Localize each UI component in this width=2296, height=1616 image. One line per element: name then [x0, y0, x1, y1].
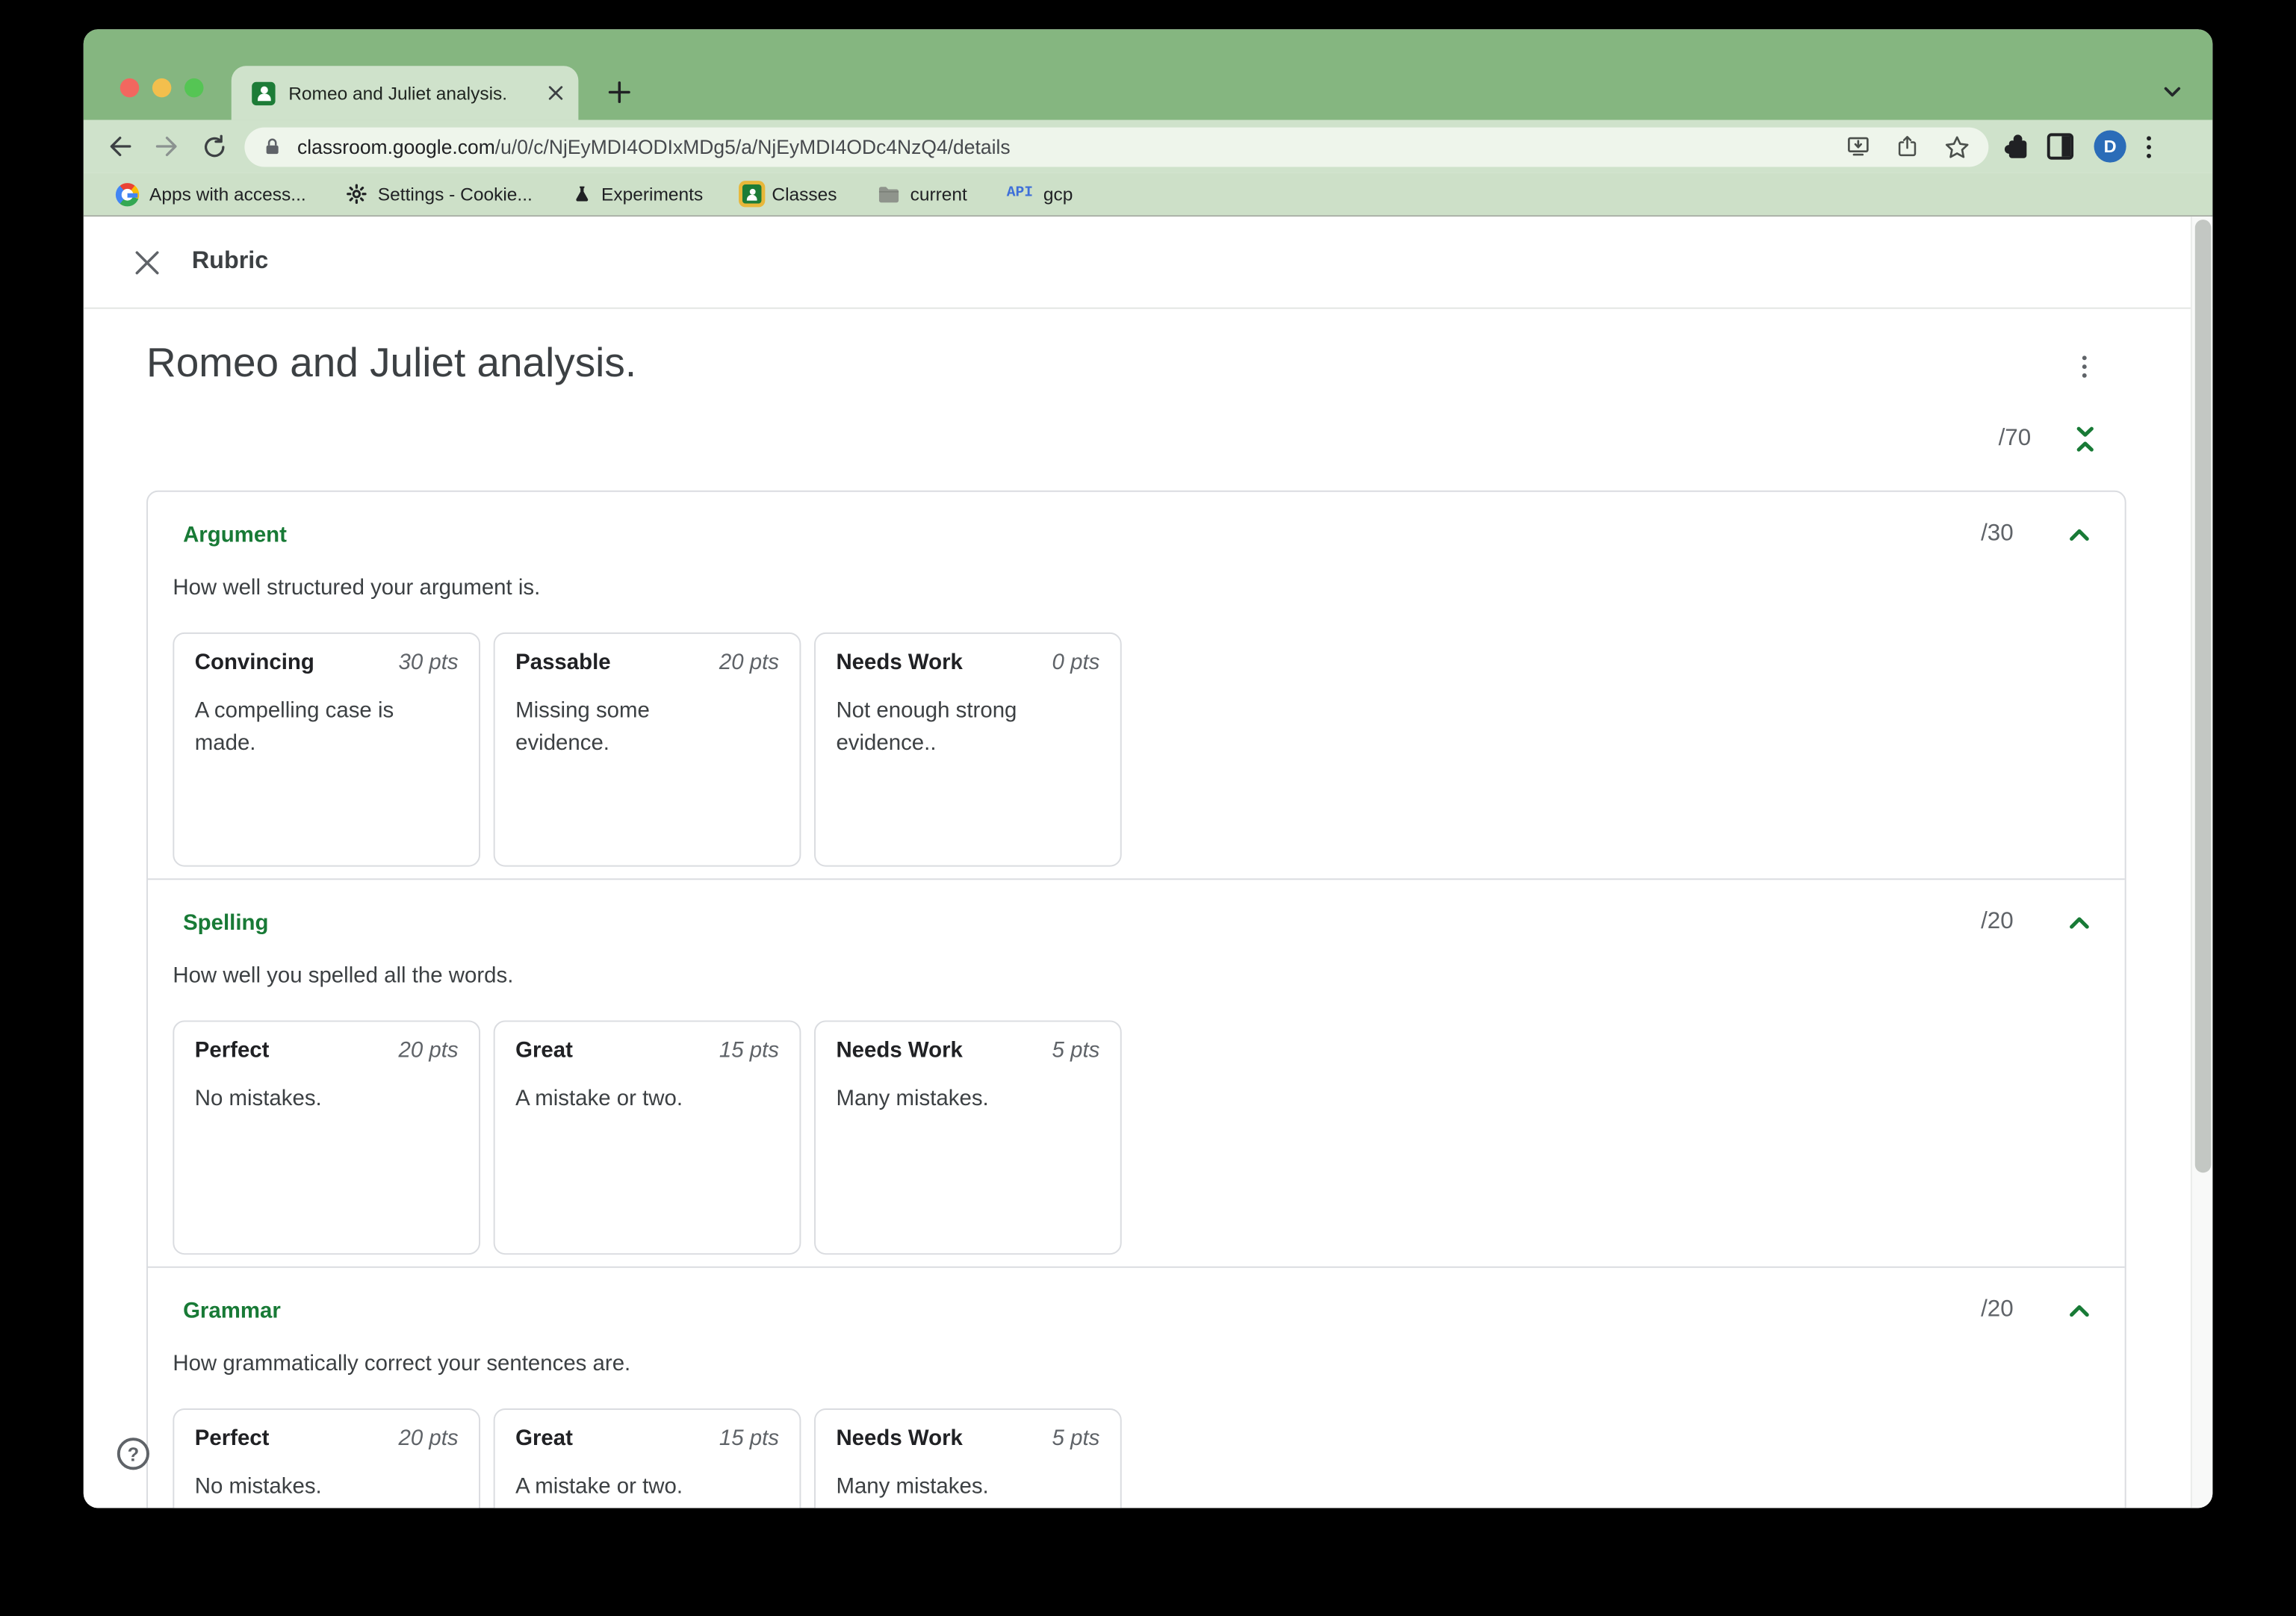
api-icon: API	[1006, 185, 1034, 202]
criterion-card[interactable]: Passable 20 pts Missing some evidence.	[493, 632, 801, 867]
help-icon[interactable]: ?	[117, 1438, 149, 1470]
close-rubric-icon[interactable]	[117, 233, 176, 291]
extensions-puzzle-icon[interactable]	[2003, 134, 2027, 158]
chevron-up-icon[interactable]	[2063, 518, 2095, 550]
assignment-title: Romeo and Juliet analysis.	[146, 339, 637, 385]
section-points: /20	[1981, 1297, 2014, 1323]
section-points: /30	[1981, 520, 2014, 547]
section-argument: Argument /30 How well structured your ar…	[148, 492, 2125, 879]
url-text: classroom.google.com/u/0/c/NjEyMDI4ODIxM…	[297, 135, 1011, 158]
total-points: /70	[1998, 426, 2032, 451]
back-button[interactable]	[101, 128, 139, 166]
bookmark-star-icon[interactable]	[1943, 132, 1971, 160]
classroom-icon	[742, 184, 762, 204]
tab-title: Romeo and Juliet analysis.	[288, 82, 508, 104]
scrollbar-thumb[interactable]	[2194, 220, 2212, 1173]
criterion-card[interactable]: Convincing 30 pts A compelling case is ma…	[173, 632, 481, 867]
rubric-overflow-menu-icon[interactable]	[2072, 355, 2095, 382]
rubric-container: Argument /30 How well structured your ar…	[146, 490, 2126, 1508]
flask-icon	[572, 183, 591, 205]
side-panel-icon[interactable]	[2047, 133, 2074, 160]
bookmarks-bar: Apps with access... Settings - Cookie...…	[83, 173, 2213, 217]
chevron-up-icon[interactable]	[2063, 1294, 2095, 1326]
criterion-card[interactable]: Needs Work 5 pts Many mistakes.	[814, 1020, 1122, 1255]
browser-window: Romeo and Juliet analysis. classroom.goo…	[83, 29, 2213, 1508]
bookmark-gcp[interactable]: API gcp	[1007, 184, 1073, 204]
header-divider	[83, 307, 2213, 309]
collapse-all-icon[interactable]	[2069, 423, 2101, 456]
gear-icon	[346, 183, 367, 205]
google-g-icon	[115, 182, 140, 206]
criterion-card[interactable]: Perfect 20 pts No mistakes.	[173, 1408, 481, 1508]
minimize-window-button[interactable]	[152, 78, 172, 98]
section-name: Spelling	[183, 910, 269, 935]
folder-icon	[876, 184, 899, 204]
bookmark-current[interactable]: current	[876, 184, 967, 204]
classroom-favicon-icon	[252, 81, 276, 105]
page-scrollbar[interactable]	[2190, 217, 2213, 1508]
screenshot-stage: Romeo and Juliet analysis. classroom.goo…	[0, 0, 2296, 1616]
section-description: How well structured your argument is.	[173, 575, 541, 600]
close-window-button[interactable]	[120, 78, 140, 98]
reload-button[interactable]	[195, 128, 233, 166]
tab-close-icon[interactable]	[547, 85, 564, 102]
browser-toolbar: classroom.google.com/u/0/c/NjEyMDI4ODIxM…	[83, 119, 2213, 173]
section-spelling: Spelling /20 How well you spelled all th…	[148, 878, 2125, 1267]
browser-tab[interactable]: Romeo and Juliet analysis.	[231, 66, 579, 120]
section-points: /20	[1981, 909, 2014, 934]
tab-strip: Romeo and Juliet analysis.	[83, 29, 2213, 120]
new-tab-button[interactable]	[599, 72, 640, 113]
chevron-up-icon[interactable]	[2063, 907, 2095, 939]
share-icon[interactable]	[1895, 133, 1920, 159]
rubric-header-title: Rubric	[191, 247, 269, 274]
url-bar[interactable]: classroom.google.com/u/0/c/NjEyMDI4ODIxM…	[244, 126, 1989, 167]
window-controls	[120, 78, 204, 98]
section-name: Argument	[183, 521, 287, 547]
bookmark-classes[interactable]: Classes	[742, 184, 837, 204]
install-app-icon[interactable]	[1845, 133, 1871, 159]
section-description: How grammatically correct your sentences…	[173, 1351, 631, 1376]
section-name: Grammar	[183, 1297, 281, 1323]
section-grammar: Grammar /20 How grammatically correct yo…	[148, 1266, 2125, 1508]
profile-avatar[interactable]: D	[2094, 130, 2126, 163]
criterion-card[interactable]: Perfect 20 pts No mistakes.	[173, 1020, 481, 1255]
fullscreen-window-button[interactable]	[184, 78, 204, 98]
rubric-page: Rubric Romeo and Juliet analysis. /70 Ar…	[83, 217, 2213, 1508]
lock-icon	[262, 135, 282, 157]
bookmark-apps-with-access[interactable]: Apps with access...	[115, 182, 306, 206]
bookmark-settings-cookie[interactable]: Settings - Cookie...	[346, 183, 533, 205]
criterion-card[interactable]: Great 15 pts A mistake or two.	[493, 1408, 801, 1508]
criterion-card[interactable]: Needs Work 0 pts Not enough strong eviden…	[814, 632, 1122, 867]
forward-button[interactable]	[148, 128, 186, 166]
rubric-header: Rubric	[84, 217, 2213, 308]
section-description: How well you spelled all the words.	[173, 963, 514, 989]
bookmark-experiments[interactable]: Experiments	[572, 183, 703, 205]
criterion-card[interactable]: Needs Work 5 pts Many mistakes.	[814, 1408, 1122, 1508]
criterion-card[interactable]: Great 15 pts A mistake or two.	[493, 1020, 801, 1255]
browser-menu-icon[interactable]	[2147, 135, 2151, 158]
tab-list-chevron-icon[interactable]	[2154, 73, 2189, 108]
